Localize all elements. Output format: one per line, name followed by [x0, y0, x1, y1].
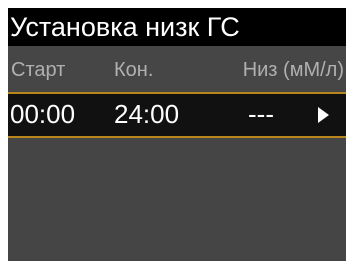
start-time-value: 00:00: [10, 99, 76, 129]
start-column-header: Старт: [11, 59, 66, 81]
page-title: Установка низк ГС: [10, 12, 240, 42]
title-bar: Установка низк ГС: [8, 8, 346, 46]
empty-list-area: [8, 138, 346, 261]
play-arrow-icon: [318, 107, 329, 123]
selected-row-top-border: [8, 92, 346, 94]
table-row[interactable]: 00:00 24:00 ---: [8, 92, 346, 138]
pump-screen: Установка низк ГС Старт Кон. Низ (мМ/л) …: [8, 8, 346, 261]
end-time-value: 24:00: [114, 99, 180, 129]
table-header: Старт Кон. Низ (мМ/л): [8, 46, 346, 92]
low-bg-value: ---: [248, 99, 274, 129]
low-bg-column-header: Низ (мМ/л): [242, 59, 344, 81]
end-column-header: Кон.: [114, 59, 154, 81]
